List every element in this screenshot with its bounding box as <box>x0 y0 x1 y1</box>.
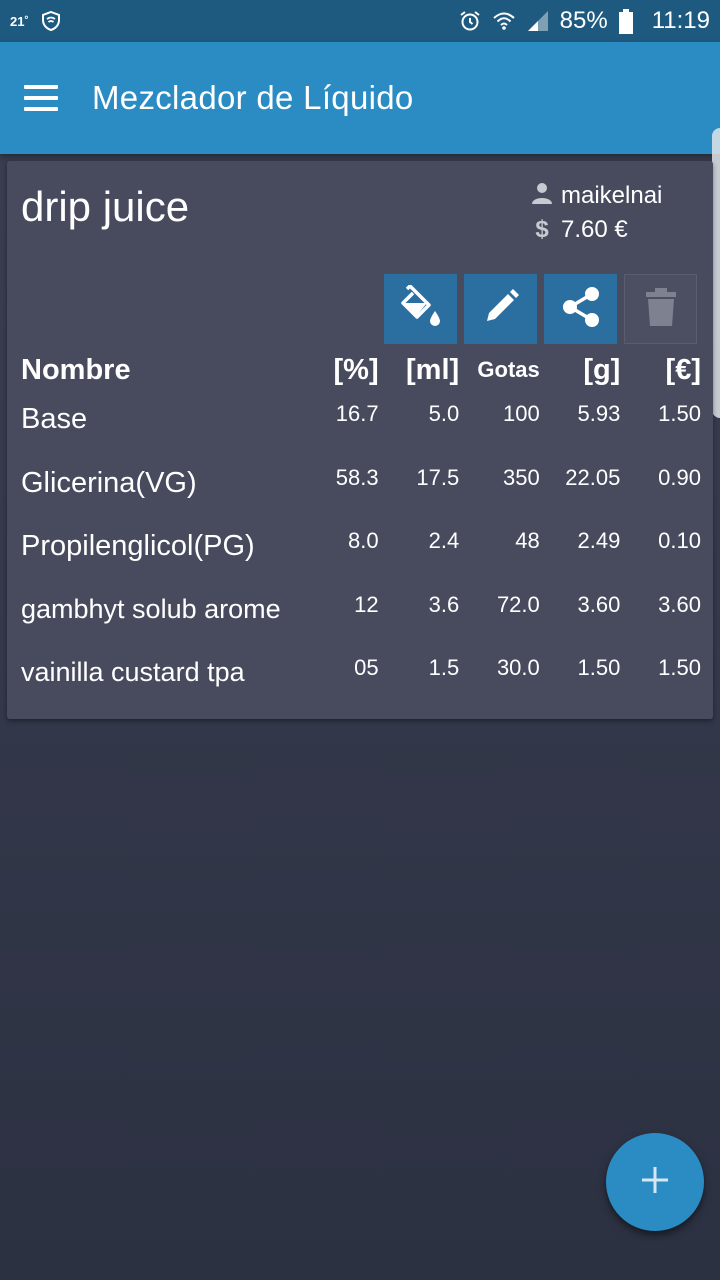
add-recipe-fab[interactable] <box>606 1133 704 1231</box>
ingredient-gotas: 100 <box>503 401 540 426</box>
ingredient-gotas: 30.0 <box>496 655 540 680</box>
signal-icon <box>526 9 550 33</box>
ingredient-grams: 3.60 <box>577 591 621 617</box>
recipe-card[interactable]: drip juice maikelnai $ 7.60 € Nombre [%]… <box>7 161 713 719</box>
status-bar-right: 85% 11:19 <box>458 7 710 35</box>
alarm-icon <box>458 9 482 33</box>
ingredient-name: Base <box>21 403 88 435</box>
header-grams: [g] <box>583 353 621 386</box>
ingredient-euro: 1.50 <box>658 401 701 426</box>
pencil-icon <box>481 287 521 332</box>
header-percent: [%] <box>333 353 379 386</box>
ingredient-ml: 1.5 <box>428 655 460 680</box>
ingredient-euro: 3.60 <box>658 591 701 617</box>
app-bar: Mezclador de Líquido <box>0 42 720 154</box>
share-action-button[interactable] <box>544 274 617 344</box>
ingredient-gotas: 72.0 <box>496 591 540 617</box>
header-ml: [ml] <box>406 353 460 386</box>
ingredients-table: Nombre [%] [ml] Gotas [g] [€] Base 16.7 … <box>21 345 701 713</box>
ingredient-name: Propilenglicol(PG) <box>21 530 255 562</box>
header-nombre: Nombre <box>21 353 131 386</box>
battery-percentage: 85% <box>559 7 608 34</box>
ingredient-ml: 17.5 <box>416 464 460 490</box>
header-gotas: Gotas <box>477 357 540 382</box>
cost-row: $ 7.60 € <box>531 213 662 247</box>
battery-icon <box>618 9 642 34</box>
table-row: vainilla custard tpa 05 1.5 30.0 1.50 1.… <box>21 649 701 713</box>
ingredient-euro: 0.10 <box>658 528 701 553</box>
clock: 11:19 <box>651 7 710 34</box>
header-euro: [€] <box>665 353 701 386</box>
recipe-name: drip juice <box>21 183 190 230</box>
table-row: Propilenglicol(PG) 8.0 2.4 48 2.49 0.10 <box>21 522 701 586</box>
trash-icon <box>645 287 677 332</box>
ingredient-grams: 2.49 <box>577 528 621 553</box>
dollar-icon: $ <box>535 216 549 243</box>
temperature-indicator: 21˚ <box>10 13 29 29</box>
ingredient-percent: 12 <box>354 591 379 617</box>
ingredient-euro: 1.50 <box>658 655 701 680</box>
app-title: Mezclador de Líquido <box>92 79 414 116</box>
shield-icon <box>39 9 63 33</box>
hamburger-menu-icon[interactable] <box>24 85 60 111</box>
ingredient-percent: 16.7 <box>335 401 379 426</box>
recipe-meta: maikelnai $ 7.60 € <box>531 179 662 247</box>
share-icon <box>560 285 602 334</box>
ingredient-name: Glicerina(VG) <box>21 466 197 499</box>
recipe-cost: 7.60 € <box>561 216 628 243</box>
ingredient-euro: 0.90 <box>658 464 701 490</box>
paint-bucket-icon <box>399 283 443 334</box>
person-icon <box>531 182 553 211</box>
ingredient-name: gambhyt solub arome <box>21 593 281 624</box>
table-row: Base 16.7 5.0 100 5.93 1.50 <box>21 395 701 459</box>
ingredient-grams: 22.05 <box>565 464 621 490</box>
side-drawer-edge[interactable] <box>712 128 720 418</box>
wifi-icon <box>492 9 516 33</box>
recipe-actions <box>384 274 697 344</box>
status-bar: 21˚ 85% 11:19 <box>0 0 720 42</box>
table-row: gambhyt solub arome 12 3.6 72.0 3.60 3.6… <box>21 586 701 650</box>
ingredient-ml: 3.6 <box>428 591 460 617</box>
table-header-row: Nombre [%] [ml] Gotas [g] [€] <box>21 345 701 395</box>
status-bar-left: 21˚ <box>10 9 63 33</box>
ingredient-grams: 5.93 <box>577 401 621 426</box>
ingredient-gotas: 48 <box>515 528 540 553</box>
ingredient-ml: 5.0 <box>428 401 460 426</box>
ingredient-percent: 05 <box>354 655 379 680</box>
delete-action-button[interactable] <box>624 274 697 344</box>
author-row: maikelnai <box>531 179 662 213</box>
edit-action-button[interactable] <box>464 274 537 344</box>
recipe-author: maikelnai <box>561 182 663 209</box>
plus-icon <box>640 1165 670 1200</box>
ingredient-ml: 2.4 <box>428 528 460 553</box>
ingredient-percent: 8.0 <box>348 528 379 553</box>
table-row: Glicerina(VG) 58.3 17.5 350 22.05 0.90 <box>21 459 701 523</box>
ingredient-name: vainilla custard tpa <box>21 657 245 687</box>
ingredient-grams: 1.50 <box>577 655 621 680</box>
fill-action-button[interactable] <box>384 274 457 344</box>
ingredient-percent: 58.3 <box>335 464 379 490</box>
ingredient-gotas: 350 <box>503 464 540 490</box>
